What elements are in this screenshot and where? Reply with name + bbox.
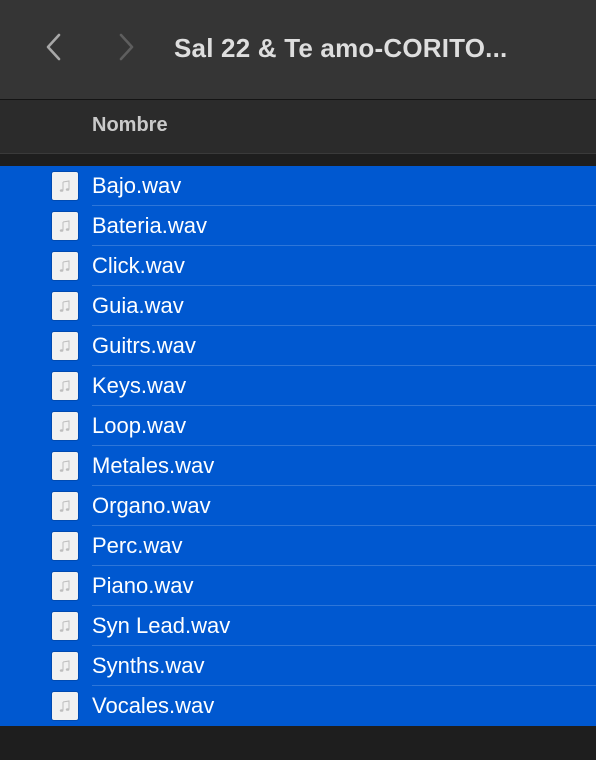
file-name: Bajo.wav: [92, 173, 182, 198]
file-name: Loop.wav: [92, 413, 187, 438]
file-name: Perc.wav: [92, 533, 183, 558]
toolbar: Sal 22 & Te amo-CORITO...: [0, 0, 596, 100]
file-name: Piano.wav: [92, 573, 194, 598]
file-row[interactable]: Metales.wav: [0, 446, 596, 486]
audio-file-icon: [52, 492, 78, 520]
file-row[interactable]: Bajo.wav: [0, 166, 596, 206]
file-row[interactable]: Organo.wav: [0, 486, 596, 526]
audio-file-icon: [52, 332, 78, 360]
file-row[interactable]: Piano.wav: [0, 566, 596, 606]
file-name: Click.wav: [92, 253, 185, 278]
file-name: Metales.wav: [92, 453, 215, 478]
file-row[interactable]: Loop.wav: [0, 406, 596, 446]
audio-file-icon: [52, 452, 78, 480]
column-header: Nombre: [0, 100, 596, 154]
chevron-right-icon: [119, 33, 134, 61]
audio-file-icon: [52, 372, 78, 400]
file-name: Synths.wav: [92, 653, 205, 678]
audio-file-icon: [52, 612, 78, 640]
audio-file-icon: [52, 172, 78, 200]
file-name: Keys.wav: [92, 373, 187, 398]
chevron-left-icon: [46, 33, 61, 61]
audio-file-icon: [52, 692, 78, 720]
audio-file-icon: [52, 252, 78, 280]
window-title: Sal 22 & Te amo-CORITO...: [174, 33, 508, 63]
file-name: Guitrs.wav: [92, 333, 196, 358]
audio-file-icon: [52, 572, 78, 600]
file-name: Syn Lead.wav: [92, 613, 231, 638]
file-row[interactable]: Vocales.wav: [0, 686, 596, 726]
file-name: Guia.wav: [92, 293, 184, 318]
forward-button[interactable]: [110, 30, 142, 64]
audio-file-icon: [52, 532, 78, 560]
file-row[interactable]: Perc.wav: [0, 526, 596, 566]
file-row[interactable]: Bateria.wav: [0, 206, 596, 246]
file-row[interactable]: Guia.wav: [0, 286, 596, 326]
window-footer: [0, 726, 596, 760]
file-name: Bateria.wav: [92, 213, 207, 238]
file-name: Vocales.wav: [92, 693, 215, 718]
file-row[interactable]: Guitrs.wav: [0, 326, 596, 366]
finder-window: Sal 22 & Te amo-CORITO... Nombre Bajo.wa…: [0, 0, 596, 760]
file-row[interactable]: Synths.wav: [0, 646, 596, 686]
file-row[interactable]: Syn Lead.wav: [0, 606, 596, 646]
file-row[interactable]: Click.wav: [0, 246, 596, 286]
audio-file-icon: [52, 652, 78, 680]
file-list: Bajo.wav Bateria.wav Click.wav Guia.wav Guit…: [0, 166, 596, 726]
audio-file-icon: [52, 292, 78, 320]
audio-file-icon: [52, 212, 78, 240]
back-button[interactable]: [38, 30, 70, 64]
file-row[interactable]: Keys.wav: [0, 366, 596, 406]
column-header-name[interactable]: Nombre: [92, 114, 168, 137]
file-name: Organo.wav: [92, 493, 211, 518]
audio-file-icon: [52, 412, 78, 440]
